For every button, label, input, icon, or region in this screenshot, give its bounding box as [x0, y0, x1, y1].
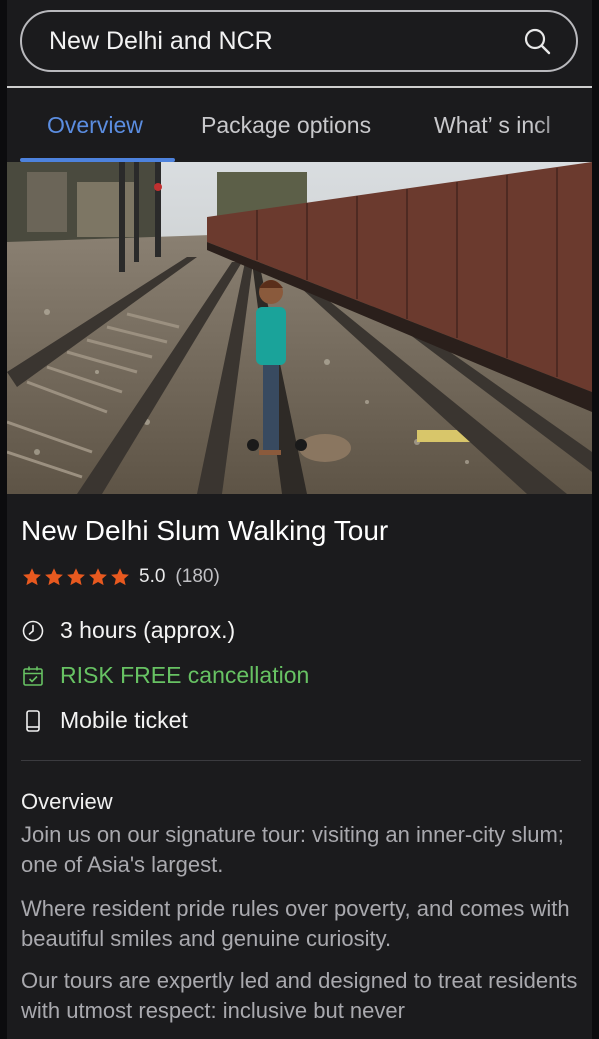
feature-cancellation[interactable]: RISK FREE cancellation [21, 662, 309, 689]
feature-duration: 3 hours (approx.) [21, 617, 235, 644]
tour-photo[interactable] [7, 162, 592, 494]
right-edge [592, 0, 599, 1039]
feature-ticket-text: Mobile ticket [60, 707, 188, 733]
feature-cancellation-text: RISK FREE cancellation [60, 662, 310, 688]
tour-photo-illustration [7, 162, 592, 494]
overview-heading: Overview [21, 789, 113, 814]
star-rating [21, 566, 131, 588]
overview-paragraph: Our tours are expertly led and designed … [21, 968, 578, 1023]
feature-ticket: Mobile ticket [21, 707, 188, 734]
review-count[interactable]: (180) [175, 566, 219, 588]
tab-fade [532, 88, 592, 162]
rating-row[interactable]: 5.0 (180) [21, 566, 220, 588]
tour-title: New Delhi Slum Walking Tour [21, 515, 389, 546]
mobile-phone-icon [26, 709, 40, 732]
rating-value: 5.0 [139, 566, 166, 587]
left-edge [0, 0, 7, 1039]
tab-package-options[interactable]: Package options [201, 112, 371, 139]
section-divider [21, 760, 581, 761]
star-icon [45, 568, 63, 586]
clock-icon [22, 620, 44, 641]
star-icon [23, 568, 41, 586]
overview-paragraph: Join us on our signature tour: visiting … [21, 822, 564, 877]
search-input[interactable]: New Delhi and NCR [22, 27, 522, 56]
feature-duration-text: 3 hours (approx.) [60, 617, 236, 643]
star-icon [67, 568, 85, 586]
tab-overview[interactable]: Overview [47, 112, 143, 139]
search-icon[interactable] [522, 26, 552, 56]
calendar-check-icon [23, 666, 43, 686]
star-icon [89, 568, 107, 586]
search-bar[interactable]: New Delhi and NCR [20, 10, 578, 72]
star-icon [111, 568, 129, 586]
overview-paragraph: Where resident pride rules over poverty,… [21, 896, 570, 951]
tab-bar: Overview Package options What’ s incl [7, 88, 592, 162]
